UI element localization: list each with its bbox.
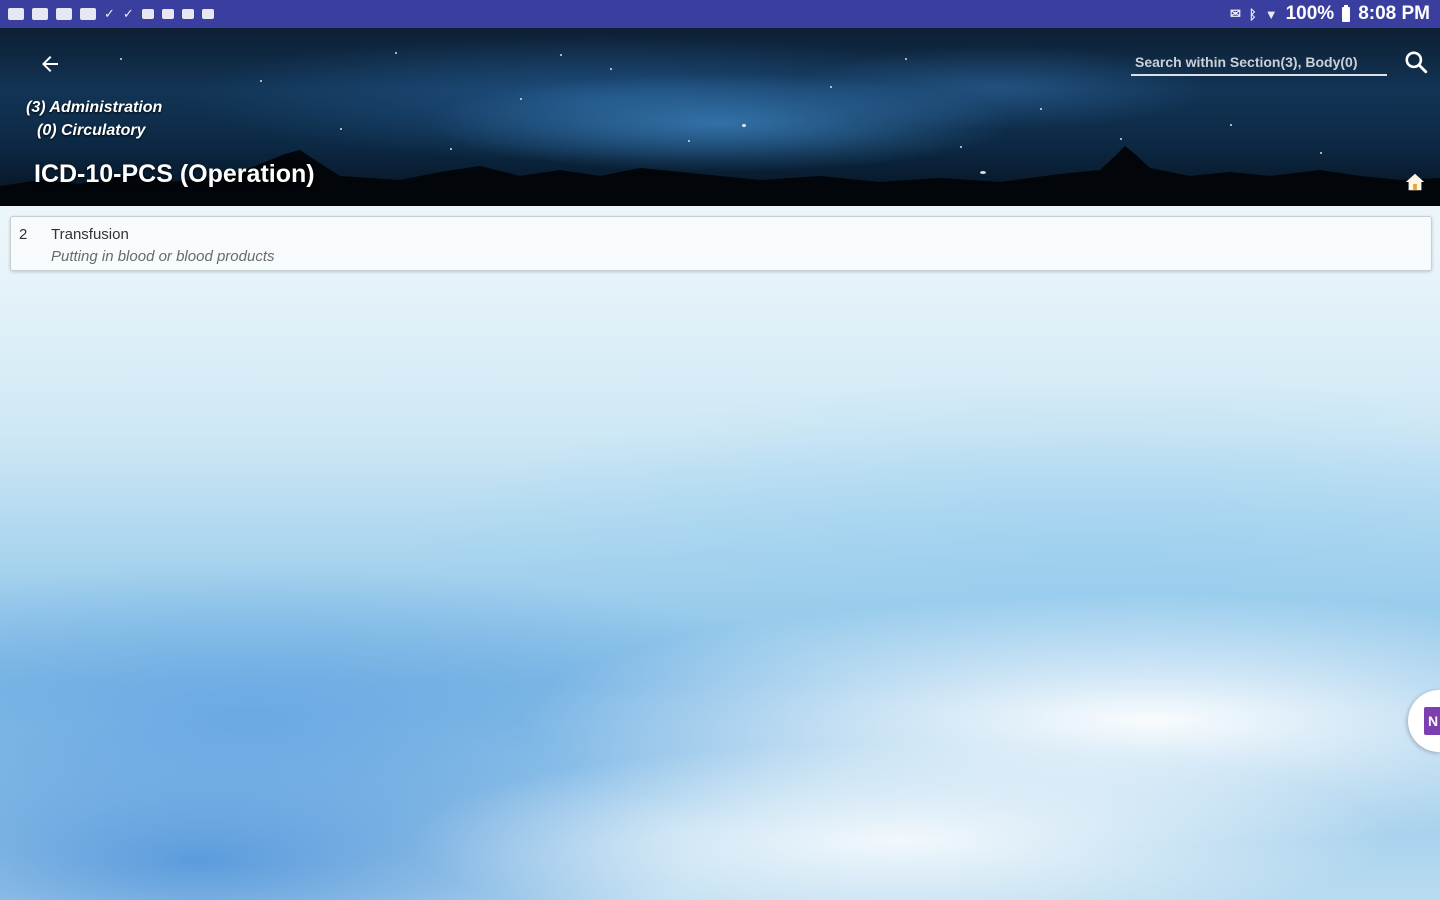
onenote-icon: N xyxy=(1424,707,1440,735)
battery-percent: 100% xyxy=(1285,3,1335,24)
item-code: 2 xyxy=(19,226,28,243)
page-title: ICD-10-PCS (Operation) xyxy=(34,160,315,188)
breadcrumb-body-system[interactable]: (0) Circulatory xyxy=(37,122,145,140)
clock: 8:08 PM xyxy=(1358,3,1430,24)
wifi-icon: ▼ xyxy=(1264,6,1278,22)
video-notification-icon xyxy=(8,8,24,20)
search-icon xyxy=(1405,51,1428,74)
breadcrumb-section[interactable]: (3) Administration xyxy=(26,99,162,117)
arrow-left-icon xyxy=(42,56,58,72)
calendar-notification-icon xyxy=(80,8,96,20)
flipboard-icon xyxy=(161,9,174,19)
status-bar: ✓ ✓ ✉ ᛒ ▼ 100% 8:08 PM xyxy=(0,0,1440,28)
list-item[interactable]: 2 Transfusion Putting in blood or blood … xyxy=(10,216,1432,271)
notification-icons: ✓ ✓ xyxy=(8,6,214,21)
calendar-notification-icon xyxy=(56,8,72,20)
system-icons: ✉ ᛒ ▼ 100% 8:08 PM xyxy=(1230,3,1430,25)
app-header: (3) Administration (0) Circulatory ICD-1… xyxy=(0,28,1440,206)
onenote-floating-bubble[interactable]: N xyxy=(1408,690,1440,752)
search-input[interactable] xyxy=(1131,50,1387,76)
sync-icon xyxy=(201,9,214,19)
task-done-icon: ✓ xyxy=(122,6,134,21)
signal-app-icon xyxy=(181,9,194,19)
screenshot-icon xyxy=(141,9,154,19)
search-button[interactable] xyxy=(1400,46,1432,78)
battery-icon xyxy=(1342,4,1351,22)
item-description: Putting in blood or blood products xyxy=(51,248,275,265)
item-title: Transfusion xyxy=(51,226,129,243)
video-notification-icon xyxy=(32,8,48,20)
home-icon xyxy=(1405,173,1425,191)
home-button[interactable] xyxy=(1404,171,1428,195)
task-done-icon: ✓ xyxy=(104,6,115,21)
nfc-icon: ✉ xyxy=(1229,6,1241,21)
bluetooth-icon: ᛒ xyxy=(1248,6,1257,22)
back-button[interactable] xyxy=(34,48,66,80)
